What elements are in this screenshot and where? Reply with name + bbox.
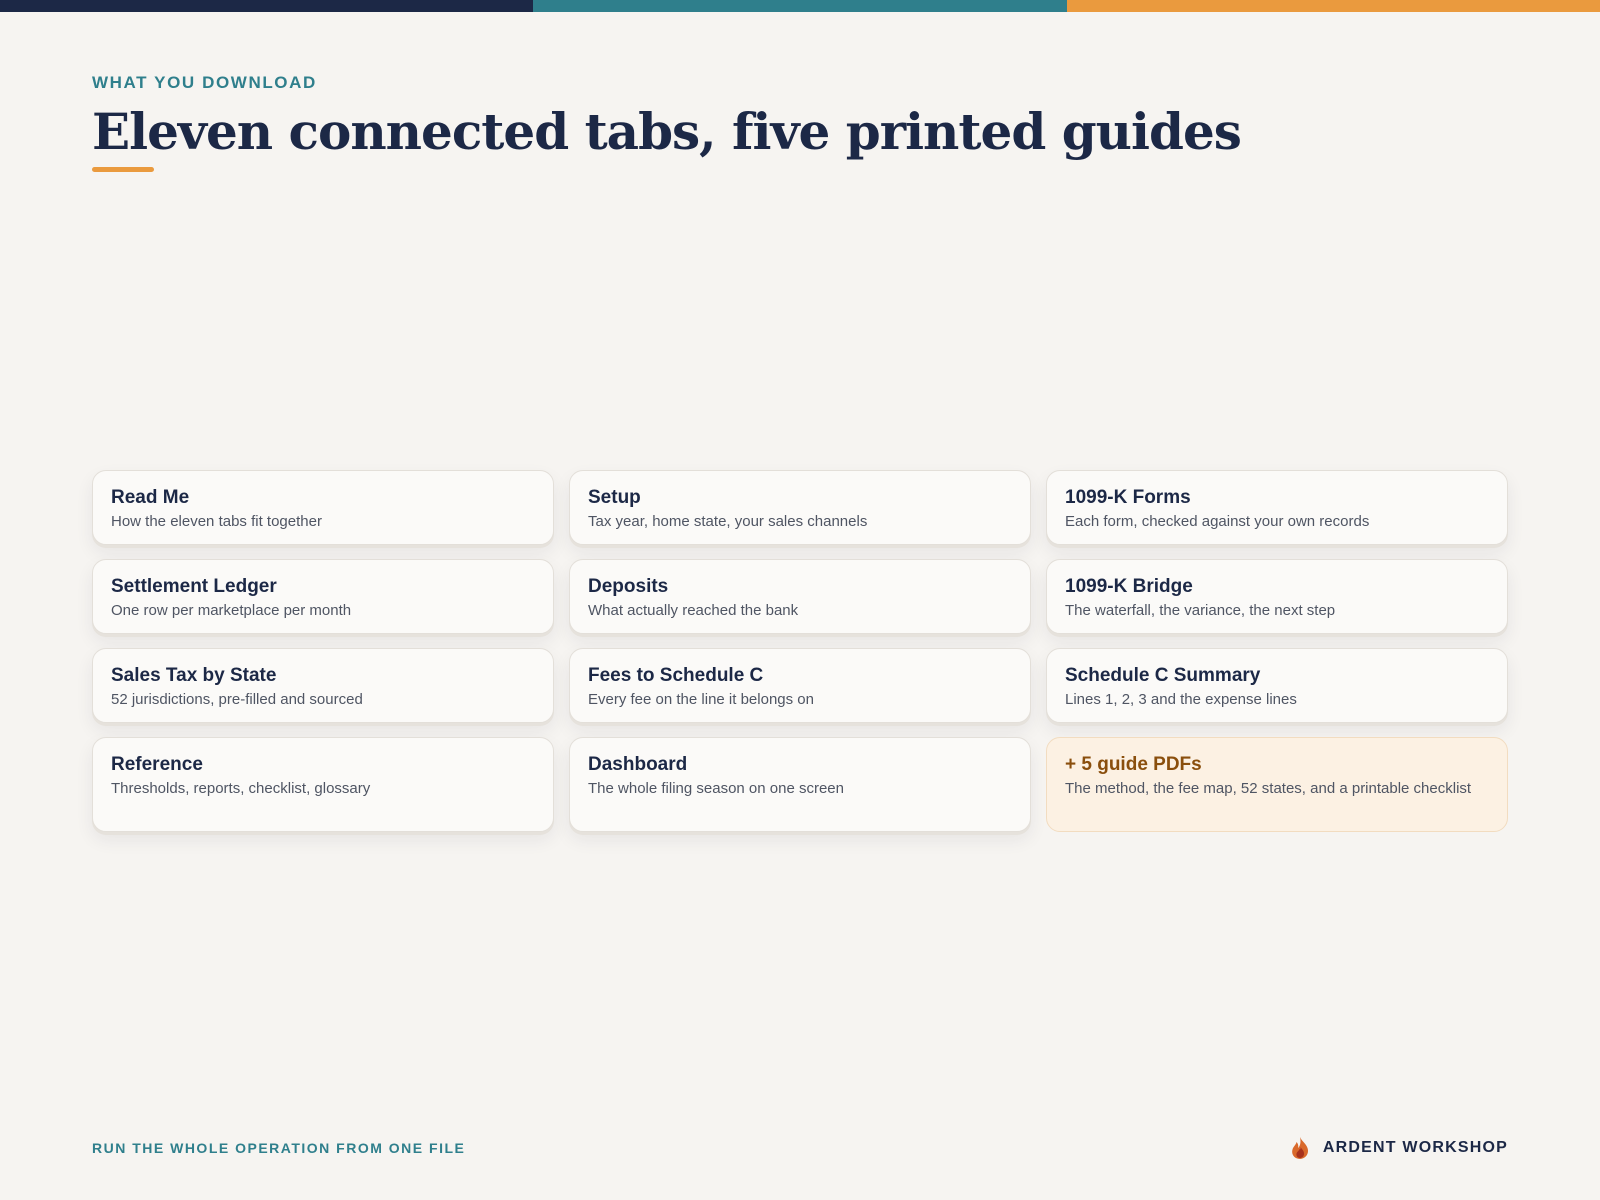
card-description: Every fee on the line it belongs on — [588, 691, 814, 708]
card-title: 1099-K Bridge — [1065, 576, 1193, 597]
footer-tagline: RUN THE WHOLE OPERATION FROM ONE FILE — [92, 1140, 466, 1156]
card-description: 52 jurisdictions, pre-filled and sourced — [111, 691, 363, 708]
card-title: Reference — [111, 754, 203, 775]
card-deposits[interactable]: Deposits What actually reached the bank — [569, 559, 1031, 634]
card-dashboard[interactable]: Dashboard The whole filing season on one… — [569, 737, 1031, 832]
card-guide-pdfs[interactable]: + 5 guide PDFs The method, the fee map, … — [1046, 737, 1508, 832]
card-read-me[interactable]: Read Me How the eleven tabs fit together — [92, 470, 554, 545]
card-description: What actually reached the bank — [588, 602, 799, 619]
brand-lockup[interactable]: ARDENT WORKSHOP — [1289, 1136, 1508, 1160]
title-underline — [92, 167, 154, 172]
card-fees-to-schedule-c[interactable]: Fees to Schedule C Every fee on the line… — [569, 648, 1031, 723]
page-title: Eleven connected tabs, five printed guid… — [92, 102, 1242, 161]
card-description: The method, the fee map, 52 states, and … — [1065, 780, 1472, 797]
card-title: Sales Tax by State — [111, 665, 277, 686]
card-title: Dashboard — [588, 754, 688, 775]
card-setup[interactable]: Setup Tax year, home state, your sales c… — [569, 470, 1031, 545]
card-title: Setup — [588, 487, 641, 508]
card-title: Schedule C Summary — [1065, 665, 1261, 686]
card-description: One row per marketplace per month — [111, 602, 352, 619]
stripe-segment-orange — [1066, 0, 1600, 12]
card-title: Deposits — [588, 576, 669, 597]
card-schedule-c-summary[interactable]: Schedule C Summary Lines 1, 2, 3 and the… — [1046, 648, 1508, 723]
card-title: Read Me — [111, 487, 190, 508]
top-color-stripe — [0, 0, 1600, 12]
flame-icon — [1292, 1137, 1308, 1159]
brand-name: ARDENT WORKSHOP — [1322, 1139, 1508, 1156]
card-description: Lines 1, 2, 3 and the expense lines — [1065, 691, 1297, 708]
card-title: 1099-K Forms — [1065, 487, 1191, 508]
card-1099k-bridge[interactable]: 1099-K Bridge The waterfall, the varianc… — [1046, 559, 1508, 634]
card-description: Thresholds, reports, checklist, glossary — [111, 780, 371, 797]
section-eyebrow: WHAT YOU DOWNLOAD — [92, 73, 317, 92]
stripe-segment-navy — [0, 0, 534, 12]
card-description: Each form, checked against your own reco… — [1065, 513, 1370, 530]
card-settlement-ledger[interactable]: Settlement Ledger One row per marketplac… — [92, 559, 554, 634]
card-description: Tax year, home state, your sales channel… — [588, 513, 868, 530]
card-1099k-forms[interactable]: 1099-K Forms Each form, checked against … — [1046, 470, 1508, 545]
card-reference[interactable]: Reference Thresholds, reports, checklist… — [92, 737, 554, 832]
tabs-grid: Read Me How the eleven tabs fit together… — [92, 470, 1508, 832]
stripe-segment-teal — [533, 0, 1067, 12]
card-title: Fees to Schedule C — [588, 665, 764, 686]
card-description: The whole filing season on one screen — [588, 780, 844, 797]
card-sales-tax-by-state[interactable]: Sales Tax by State 52 jurisdictions, pre… — [92, 648, 554, 723]
card-description: The waterfall, the variance, the next st… — [1065, 602, 1336, 619]
card-title: Settlement Ledger — [111, 576, 277, 597]
card-description: How the eleven tabs fit together — [111, 513, 322, 530]
card-title: + 5 guide PDFs — [1065, 754, 1202, 775]
